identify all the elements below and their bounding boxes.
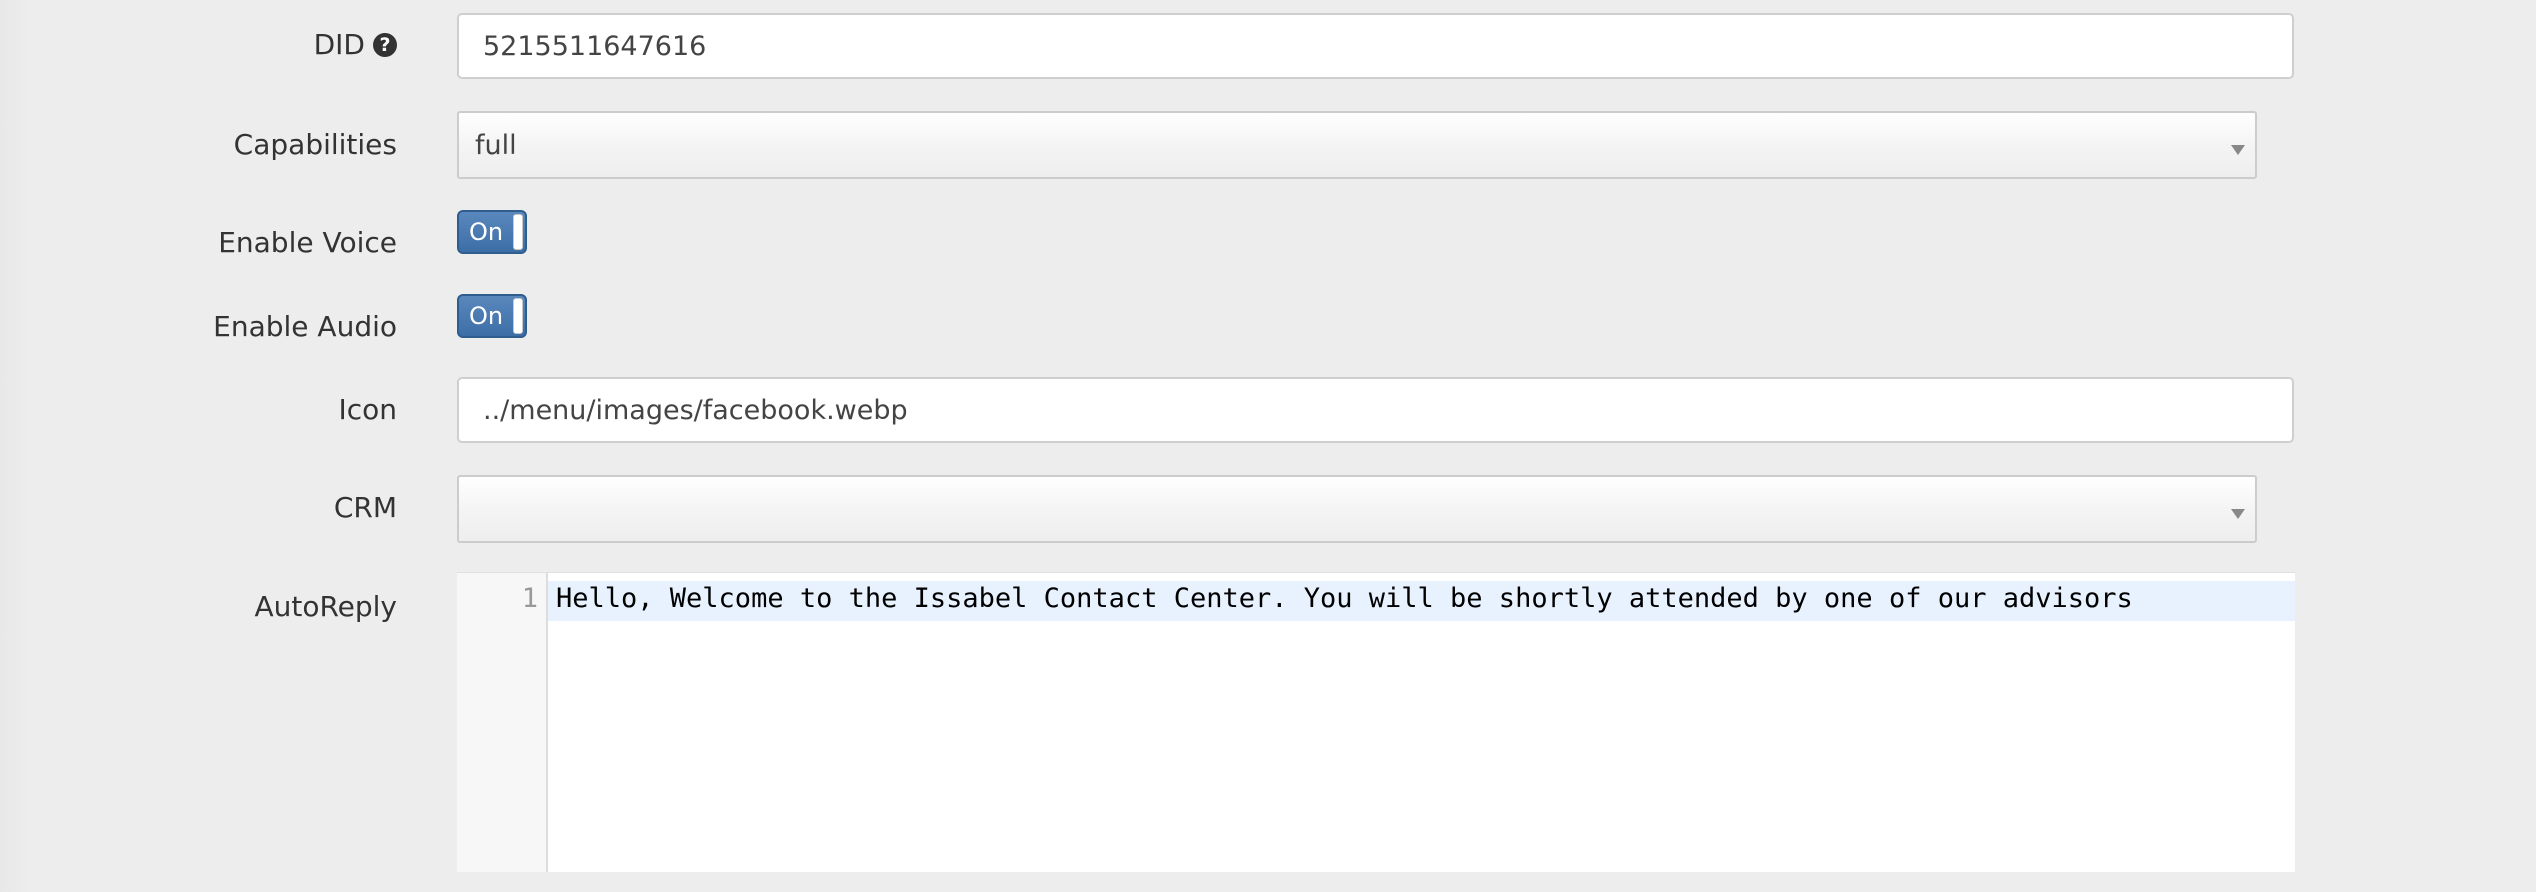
chevron-down-icon: [2231, 145, 2245, 155]
toggle-knob: [513, 298, 523, 334]
enable-voice-label: Enable Voice: [218, 226, 397, 259]
autoreply-label: AutoReply: [254, 590, 397, 623]
crm-label: CRM: [334, 491, 397, 524]
line-number: 1: [521, 583, 538, 614]
autoreply-label-text: AutoReply: [254, 590, 397, 623]
capabilities-label-text: Capabilities: [233, 128, 397, 161]
editor-gutter: 1: [457, 573, 548, 872]
enable-voice-toggle[interactable]: On: [457, 210, 527, 254]
capabilities-selected-value: full: [475, 129, 517, 161]
enable-audio-toggle-state: On: [469, 302, 504, 330]
enable-audio-label-text: Enable Audio: [213, 310, 397, 343]
did-input[interactable]: [457, 13, 2294, 79]
question-circle-icon[interactable]: ?: [373, 32, 397, 57]
icon-label-text: Icon: [338, 393, 397, 426]
capabilities-select[interactable]: full: [457, 111, 2257, 179]
enable-voice-toggle-state: On: [469, 218, 504, 246]
capabilities-label: Capabilities: [234, 128, 397, 161]
enable-audio-label: Enable Audio: [213, 310, 397, 343]
icon-path-input[interactable]: [457, 377, 2294, 443]
crm-label-text: CRM: [333, 491, 397, 524]
settings-form: DID ? Capabilities full Enable Voice On …: [0, 0, 2536, 892]
icon-label: Icon: [338, 393, 397, 426]
chevron-down-icon: [2231, 509, 2245, 519]
toggle-knob: [513, 214, 523, 250]
editor-line[interactable]: Hello, Welcome to the Issabel Contact Ce…: [556, 583, 2133, 614]
did-label: DID ?: [314, 28, 397, 61]
crm-select[interactable]: [457, 475, 2257, 543]
enable-audio-toggle[interactable]: On: [457, 294, 527, 338]
autoreply-code-editor[interactable]: 1 Hello, Welcome to the Issabel Contact …: [457, 572, 2295, 872]
did-label-text: DID: [313, 28, 365, 61]
enable-voice-label-text: Enable Voice: [218, 226, 397, 259]
